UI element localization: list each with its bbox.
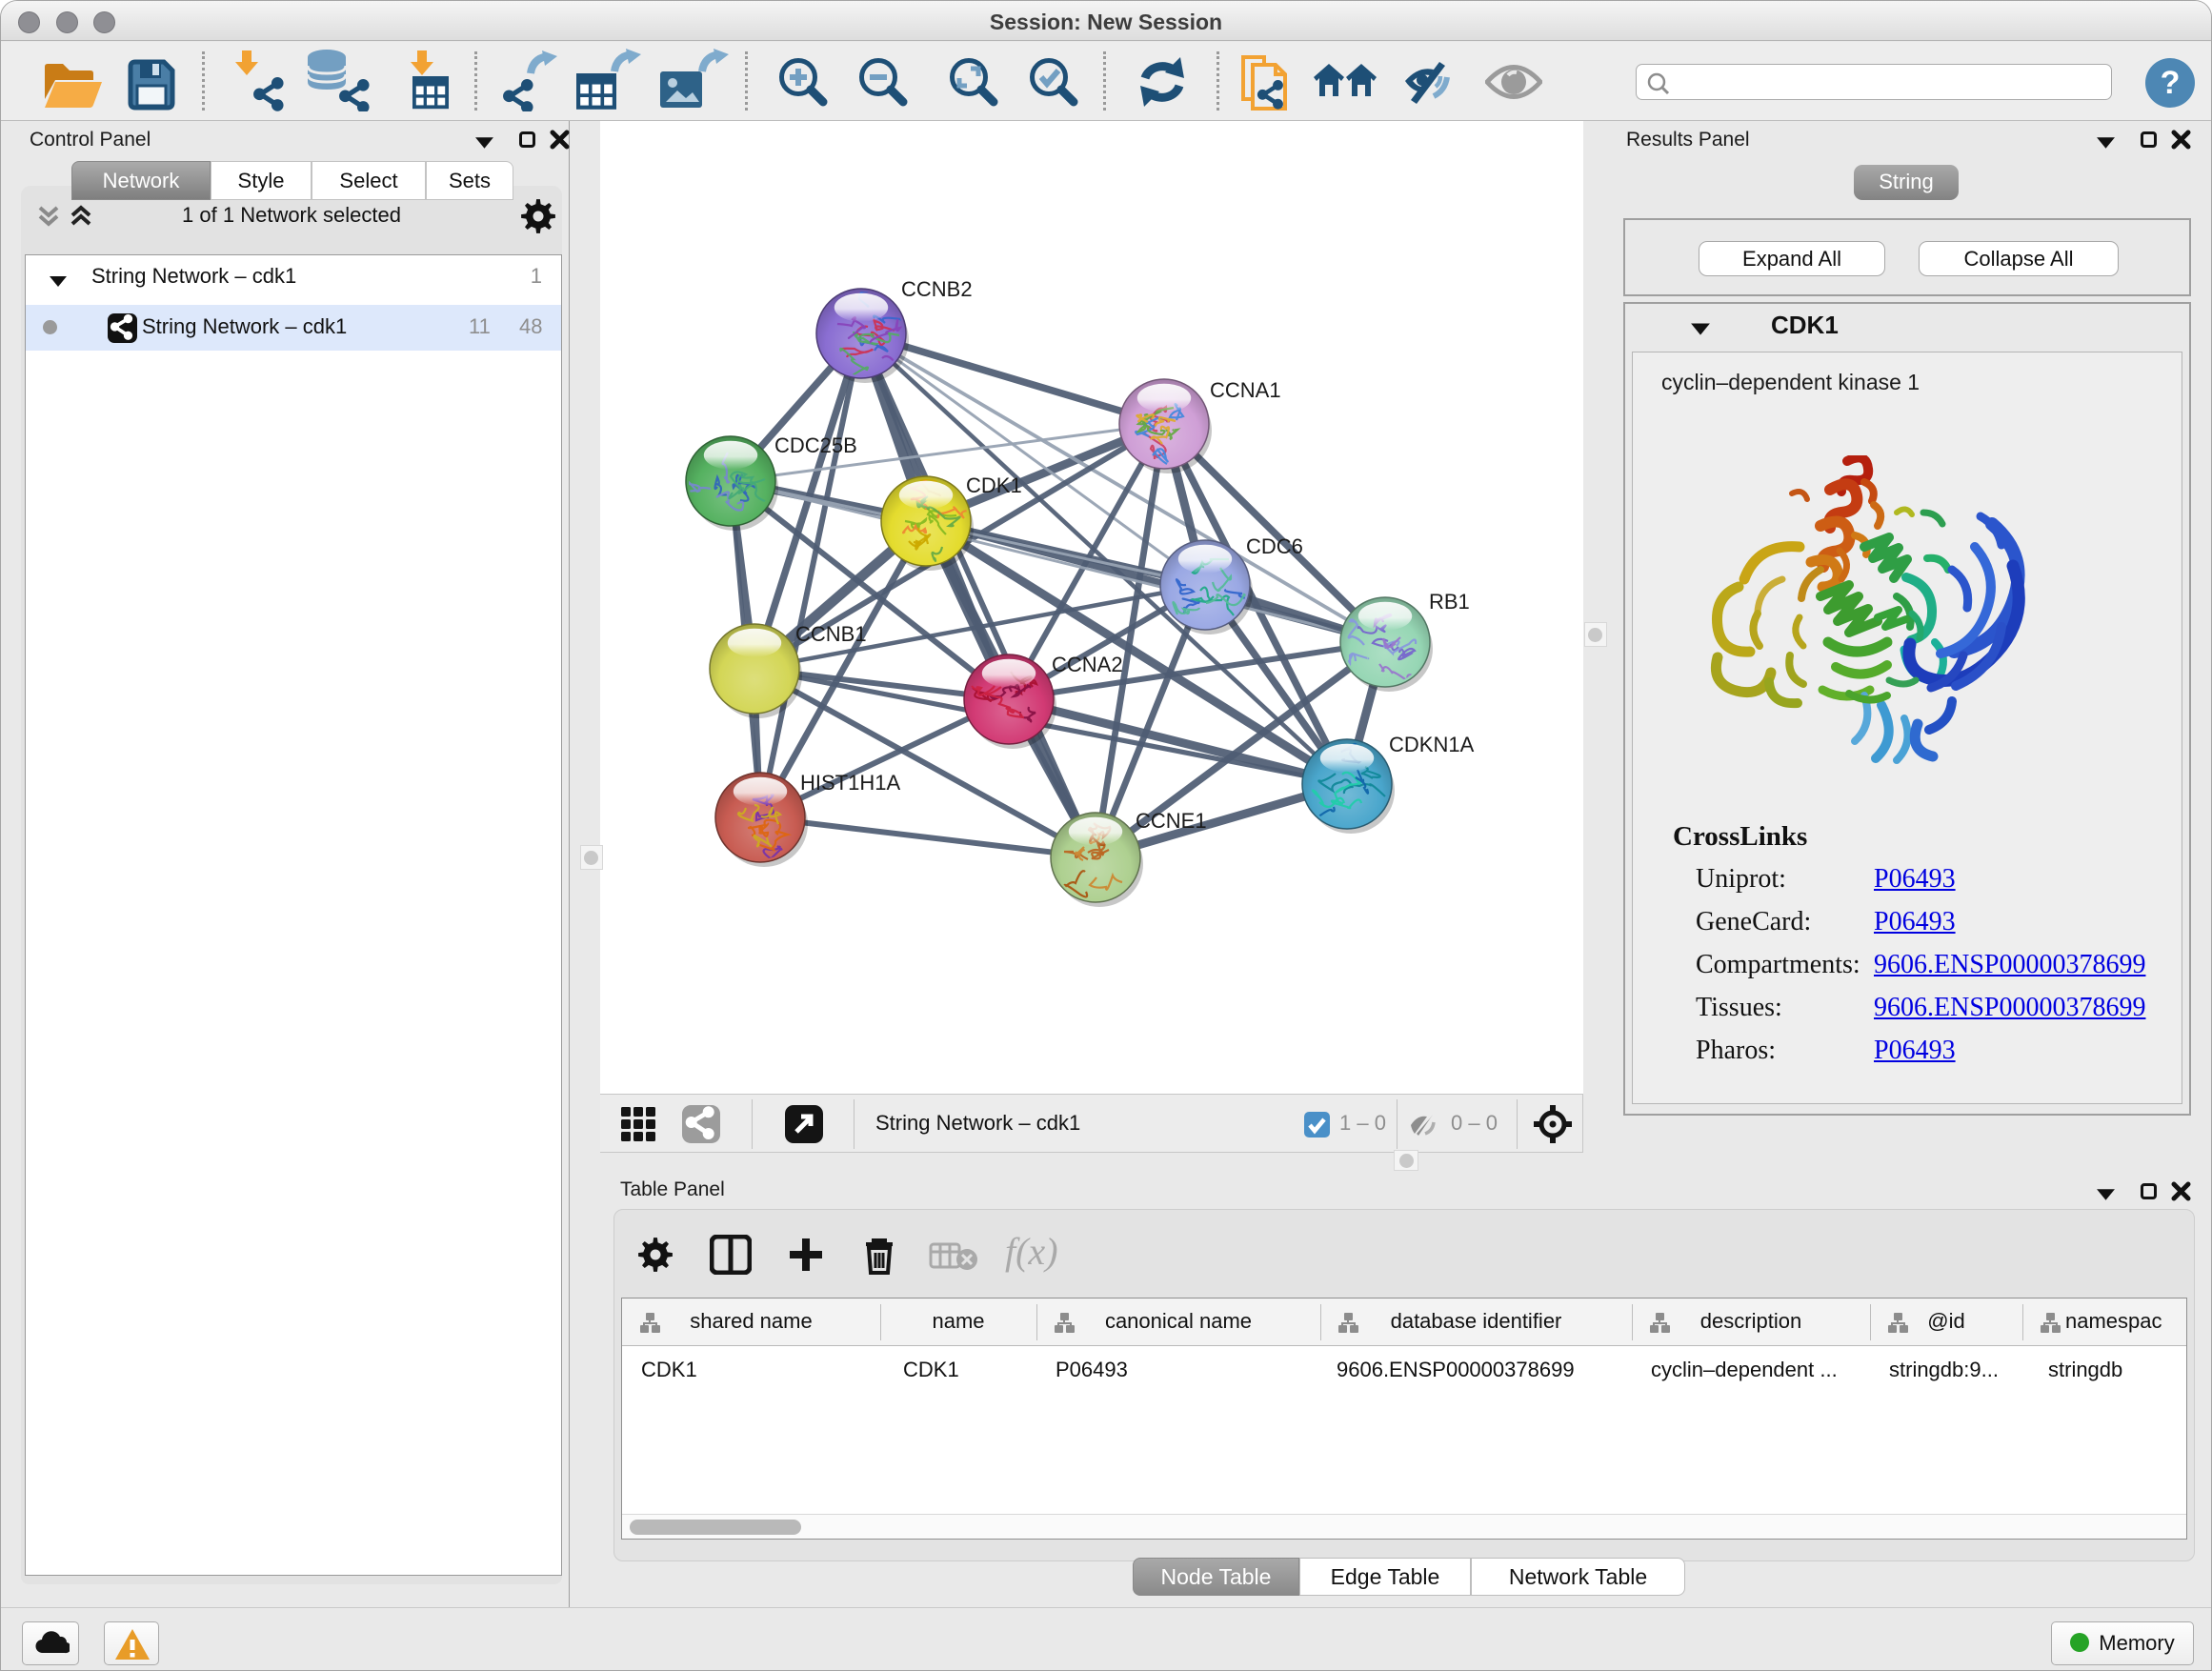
svg-text:CDC25B: CDC25B (774, 433, 857, 457)
svg-text:CCNA1: CCNA1 (1210, 378, 1281, 402)
svg-text:CDKN1A: CDKN1A (1389, 733, 1475, 756)
svg-text:CCNB2: CCNB2 (901, 277, 973, 301)
svg-text:CCNA2: CCNA2 (1052, 653, 1123, 676)
svg-text:CCNB1: CCNB1 (795, 622, 867, 646)
svg-text:CDC6: CDC6 (1246, 534, 1303, 558)
svg-text:RB1: RB1 (1429, 590, 1470, 614)
svg-text:CCNE1: CCNE1 (1136, 809, 1207, 833)
svg-text:HIST1H1A: HIST1H1A (800, 771, 900, 795)
svg-text:CDK1: CDK1 (966, 473, 1022, 497)
